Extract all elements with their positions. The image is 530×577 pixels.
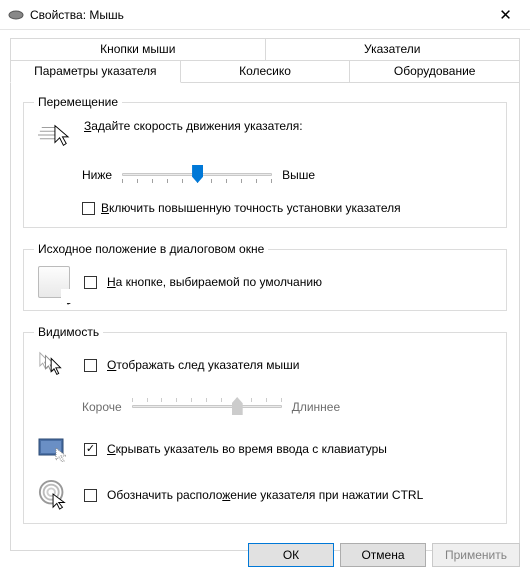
tab-panel: Перемещение Задайте скорость: [10, 82, 520, 551]
group-motion: Перемещение Задайте скорость: [23, 95, 507, 228]
ctrl-locate-label: Обозначить расположение указателя при на…: [107, 488, 423, 502]
group-motion-legend: Перемещение: [34, 95, 122, 109]
pointer-speed-slider[interactable]: [122, 163, 272, 187]
hide-typing-label: Скрывать указатель во время ввода с клав…: [107, 442, 387, 456]
close-button[interactable]: ✕: [483, 0, 528, 29]
tab-pointers[interactable]: Указатели: [266, 38, 521, 60]
trails-icon: [38, 349, 70, 381]
ctrl-locate-checkbox[interactable]: [84, 489, 97, 502]
cancel-button[interactable]: Отмена: [340, 543, 426, 567]
hide-typing-icon: [38, 433, 70, 465]
window-title: Свойства: Мышь: [30, 8, 483, 22]
trails-long-label: Длиннее: [292, 400, 340, 414]
trails-short-label: Короче: [82, 400, 122, 414]
group-snap: Исходное положение в диалоговом окне На …: [23, 242, 507, 311]
pointer-speed-icon: [38, 119, 70, 151]
snap-default-label: На кнопке, выбираемой по умолчанию: [107, 275, 322, 289]
speed-slow-label: Ниже: [82, 168, 112, 182]
group-snap-legend: Исходное положение в диалоговом окне: [34, 242, 268, 256]
trails-label: Отображать след указателя мыши: [107, 358, 300, 372]
group-visibility: Видимость Отображать след указателя мыши…: [23, 325, 507, 524]
ok-button[interactable]: ОК: [248, 543, 334, 567]
pointer-speed-label: Задайте скорость движения указателя:: [84, 119, 496, 133]
tab-hardware[interactable]: Оборудование: [350, 60, 520, 83]
enhance-precision-label: Включить повышенную точность установки у…: [101, 201, 401, 215]
group-visibility-legend: Видимость: [34, 325, 103, 339]
snap-default-checkbox[interactable]: [84, 276, 97, 289]
tab-buttons[interactable]: Кнопки мыши: [10, 38, 266, 60]
speed-fast-label: Выше: [282, 168, 315, 182]
apply-button: Применить: [432, 543, 520, 567]
trails-checkbox[interactable]: [84, 359, 97, 372]
mouse-icon: [8, 7, 24, 23]
enhance-precision-checkbox[interactable]: [82, 202, 95, 215]
snap-icon: [38, 266, 70, 298]
hide-typing-checkbox[interactable]: [84, 443, 97, 456]
tab-wheel[interactable]: Колесико: [181, 60, 351, 83]
trails-slider: [132, 395, 282, 419]
ctrl-locate-icon: [38, 479, 70, 511]
tab-pointer-options[interactable]: Параметры указателя: [10, 60, 181, 83]
